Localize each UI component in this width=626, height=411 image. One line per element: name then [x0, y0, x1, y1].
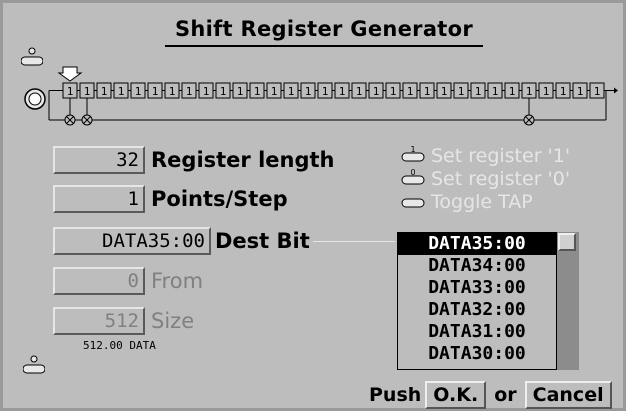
reset-knob-icon[interactable]	[23, 87, 47, 111]
register-bit-value: 1	[339, 85, 346, 98]
svg-text:1: 1	[410, 145, 415, 154]
shift-register-diagram: 11111111111111111111111111111111	[48, 66, 618, 126]
dest-bit-scrollbar[interactable]	[557, 232, 579, 370]
register-bit-value: 1	[492, 85, 499, 98]
register-bit-value: 1	[220, 85, 227, 98]
register-bit-value: 1	[305, 85, 312, 98]
set-zero-hint: Set register '0'	[431, 168, 571, 190]
dest-bit-option[interactable]: DATA33:00	[398, 277, 556, 299]
register-bit-value: 1	[356, 85, 363, 98]
toggle-tap-icon[interactable]	[401, 191, 425, 215]
register-bit-value: 1	[407, 85, 414, 98]
dest-bit-label: Dest Bit	[215, 229, 310, 253]
register-bit-value: 1	[101, 85, 108, 98]
register-bit-value: 1	[237, 85, 244, 98]
register-bit-value: 1	[560, 85, 567, 98]
register-bit-value: 1	[424, 85, 431, 98]
register-bit-value: 1	[475, 85, 482, 98]
points-per-step-label: Points/Step	[151, 187, 288, 211]
dest-bit-option[interactable]: DATA32:00	[398, 299, 556, 321]
dest-bit-option[interactable]: DATA30:00	[398, 343, 556, 365]
dest-pointer-icon	[57, 66, 83, 82]
register-bit-value: 1	[322, 85, 329, 98]
dest-bit-list-items[interactable]: DATA35:00 DATA34:00 DATA33:00 DATA32:00 …	[397, 232, 557, 370]
dest-bit-list[interactable]: DATA35:00 DATA34:00 DATA33:00 DATA32:00 …	[397, 232, 585, 370]
dest-bit-field[interactable]: DATA35:00	[53, 227, 211, 255]
register-bit-value: 1	[543, 85, 550, 98]
register-bit-value: 1	[169, 85, 176, 98]
register-bit-value: 1	[186, 85, 193, 98]
register-bit-value: 1	[118, 85, 125, 98]
dialog-footer: Push O.K. or Cancel	[365, 380, 612, 410]
register-length-label: Register length	[151, 148, 335, 172]
svg-text:0: 0	[410, 168, 415, 177]
size-readout: 512.00 DATA	[83, 339, 156, 352]
register-bit-value: 1	[577, 85, 584, 98]
set-one-icon[interactable]: 1	[401, 145, 425, 169]
register-bit-value: 1	[509, 85, 516, 98]
register-bit-value: 1	[152, 85, 159, 98]
scrollbar-thumb[interactable]	[558, 233, 576, 251]
size-field[interactable]: 512	[53, 307, 145, 335]
push-label: Push	[369, 384, 422, 406]
points-per-step-field[interactable]: 1	[53, 185, 145, 213]
dest-bit-connector	[313, 241, 395, 242]
dest-bit-option-selected[interactable]: DATA35:00	[398, 233, 556, 255]
set-one-hint: Set register '1'	[431, 145, 571, 167]
cancel-button[interactable]: Cancel	[524, 381, 612, 409]
register-bit-value: 1	[254, 85, 261, 98]
ok-button[interactable]: O.K.	[425, 381, 487, 409]
size-label: Size	[151, 309, 195, 333]
dest-bit-option[interactable]: DATA34:00	[398, 255, 556, 277]
register-bit-value: 1	[390, 85, 397, 98]
register-bit-value: 1	[203, 85, 210, 98]
register-length-field[interactable]: 32	[53, 146, 145, 174]
register-bit-value: 1	[594, 85, 601, 98]
register-bit-value: 1	[67, 85, 74, 98]
register-bit-value: 1	[288, 85, 295, 98]
or-label: or	[494, 384, 517, 406]
register-bit-value: 1	[441, 85, 448, 98]
dialog-panel: Shift Register Generator 111111111111111…	[0, 0, 626, 411]
register-bit-value: 1	[135, 85, 142, 98]
from-label: From	[151, 269, 204, 293]
register-bit-value: 1	[84, 85, 91, 98]
toggle-tap-hint: Toggle TAP	[431, 191, 533, 213]
register-bit-value: 1	[271, 85, 278, 98]
from-field[interactable]: 0	[53, 267, 145, 295]
bottom-knob-icon[interactable]	[23, 355, 45, 375]
set-zero-icon[interactable]: 0	[401, 168, 425, 192]
dest-bit-option[interactable]: DATA31:00	[398, 321, 556, 343]
register-bit-value: 1	[458, 85, 465, 98]
register-bit-value: 1	[526, 85, 533, 98]
register-bit-value: 1	[373, 85, 380, 98]
